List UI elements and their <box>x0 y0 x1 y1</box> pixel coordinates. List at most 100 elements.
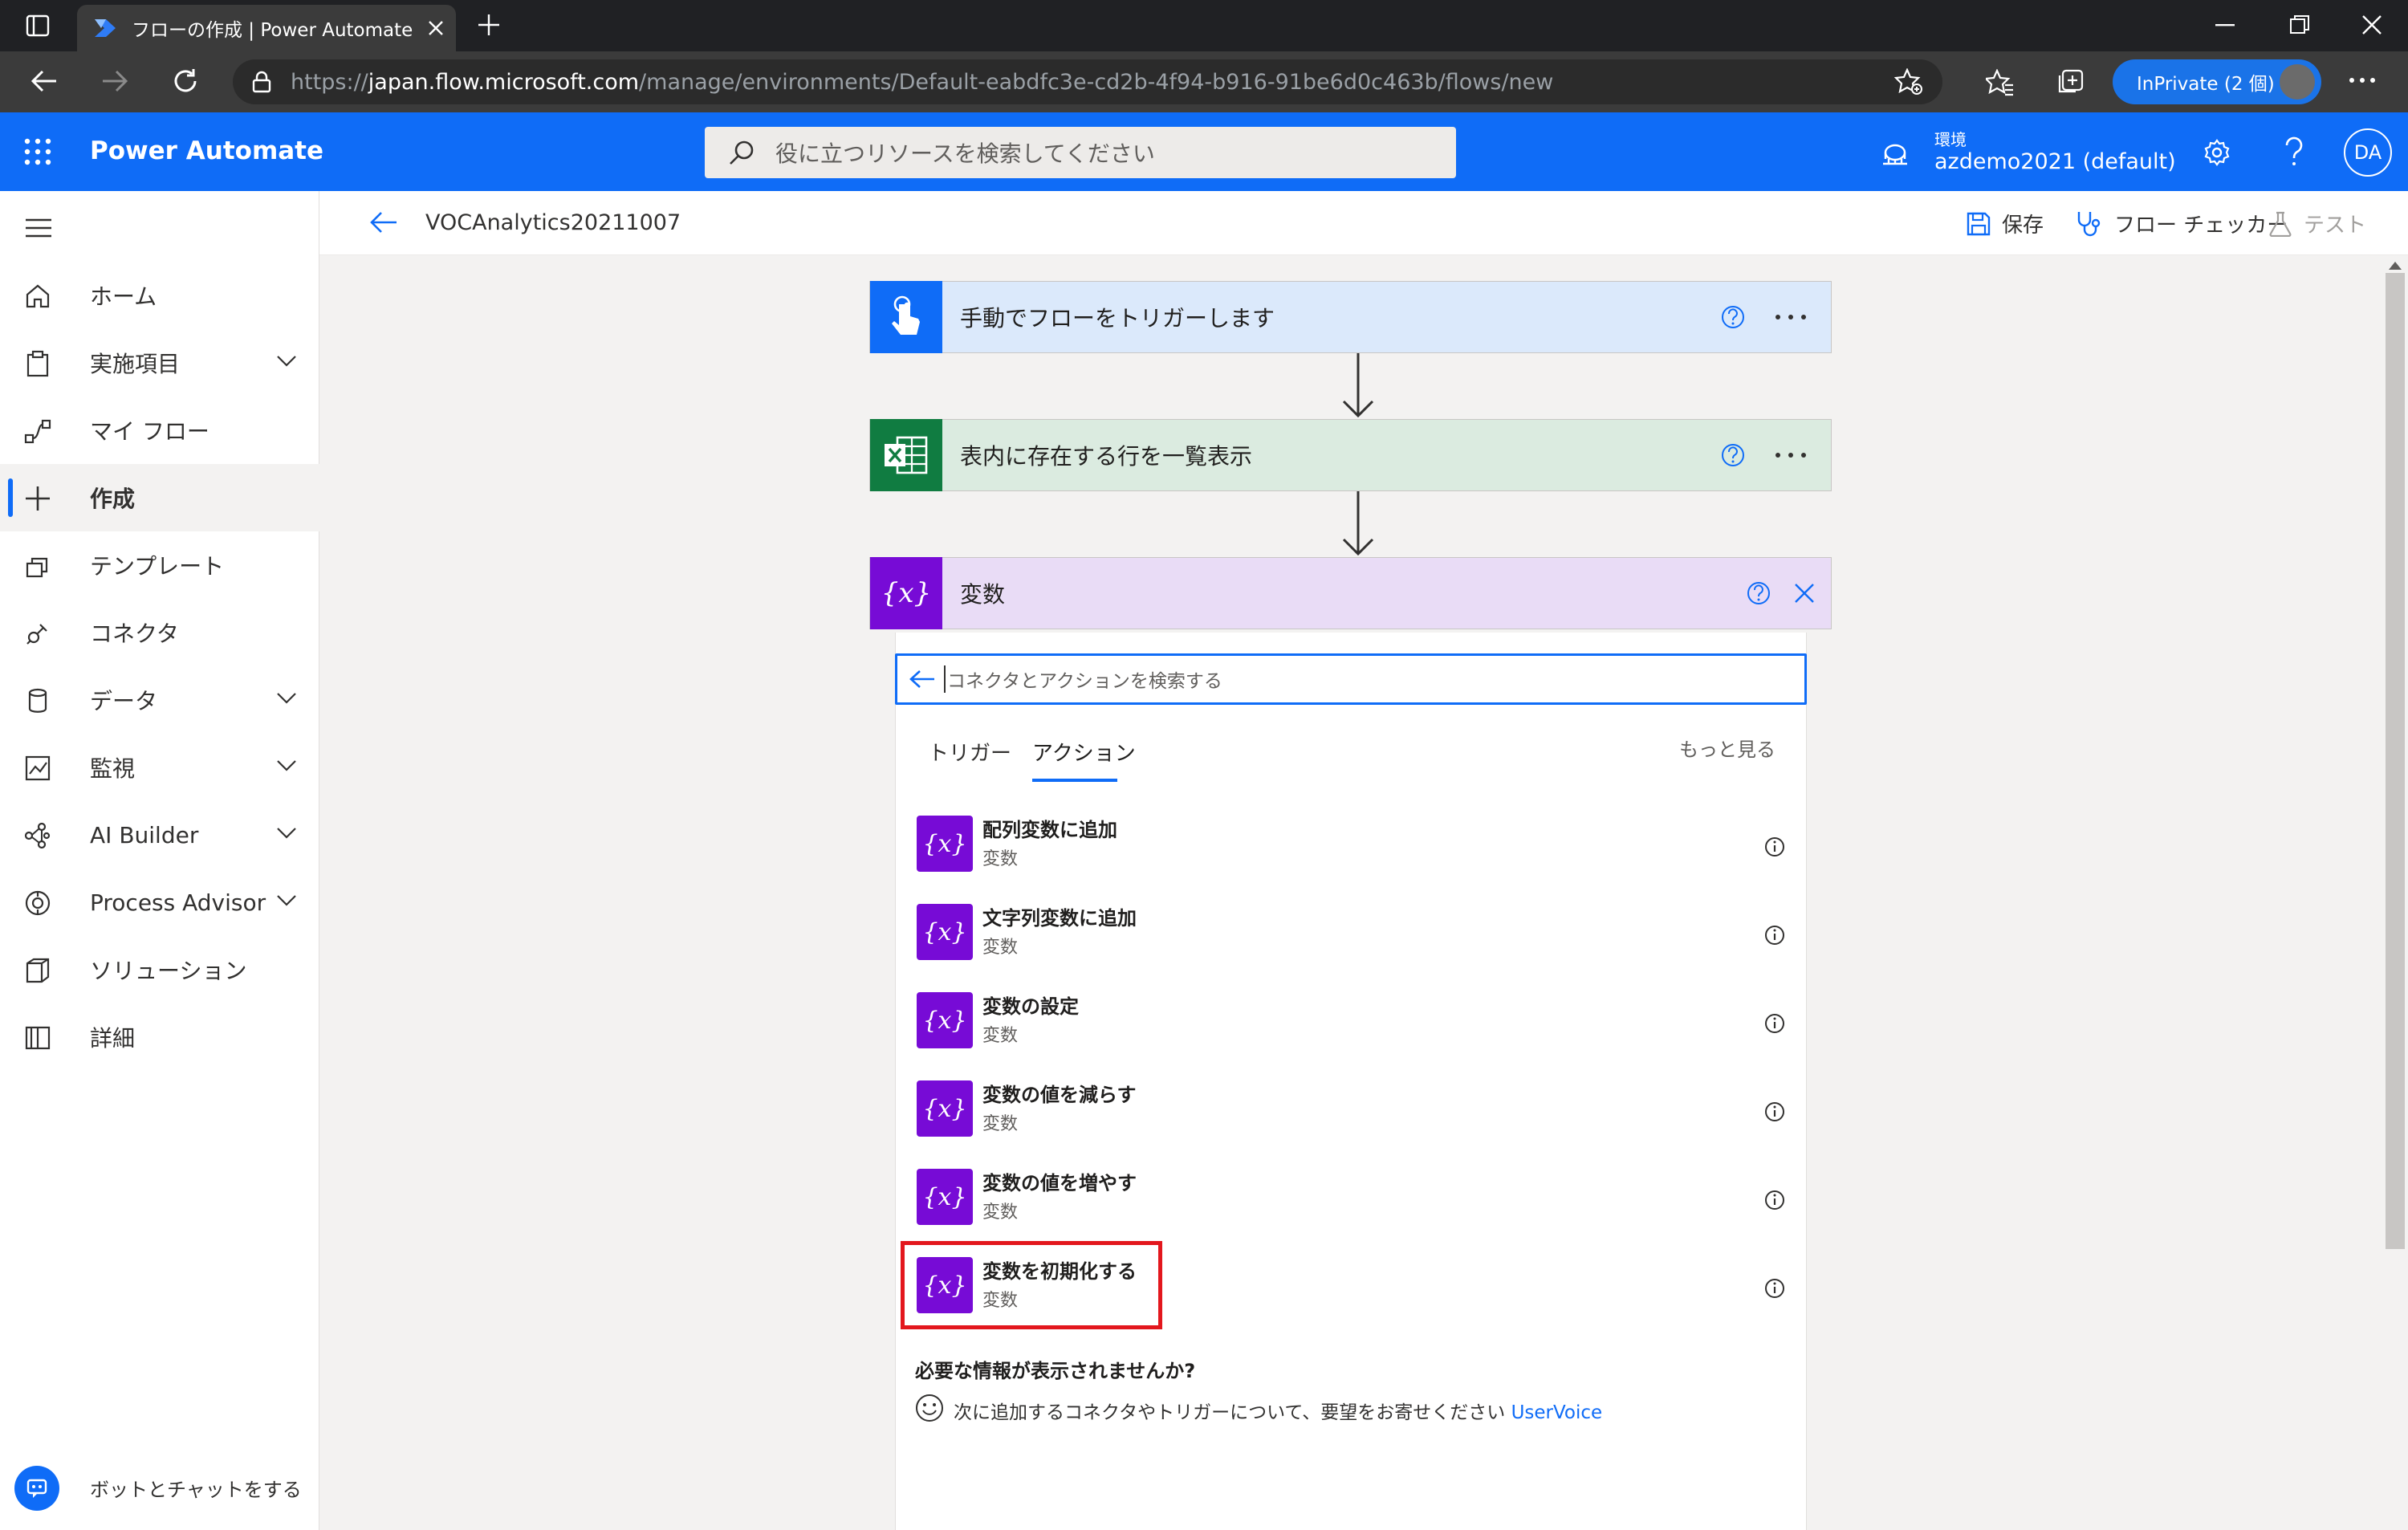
scroll-up-icon[interactable] <box>2389 262 2402 270</box>
trigger-card[interactable]: 手動でフローをトリガーします <box>869 281 1832 353</box>
add-favorite-icon[interactable] <box>1894 68 1923 96</box>
action-name: 変数の値を減らす <box>982 1084 1137 1106</box>
chevron-down-icon[interactable] <box>276 827 297 840</box>
manual-trigger-icon <box>870 281 942 353</box>
chatbot-icon <box>26 1477 48 1499</box>
chevron-down-icon[interactable] <box>276 692 297 705</box>
chatbot-button[interactable] <box>14 1466 59 1511</box>
app-launcher-icon[interactable] <box>24 138 51 165</box>
nav-item-process-advisor[interactable]: Process Advisor <box>0 869 319 936</box>
flow-checker-button[interactable]: フロー チェッカー <box>2076 209 2288 238</box>
window-close-icon[interactable] <box>2361 14 2382 35</box>
collections-icon[interactable] <box>2056 69 2085 96</box>
info-icon[interactable] <box>1764 925 1785 946</box>
back-icon[interactable] <box>31 69 58 93</box>
home-icon <box>24 283 51 310</box>
highlight-box <box>901 1241 1162 1329</box>
nav-item-label: 詳細 <box>90 1025 136 1052</box>
process-advisor-icon <box>24 889 51 917</box>
action-item-decrement-variable[interactable]: {𝑥} 変数の値を減らす 変数 <box>917 1071 1792 1148</box>
new-tab-icon[interactable] <box>477 13 501 37</box>
variable-action-card[interactable]: {𝑥} 変数 <box>869 557 1832 629</box>
nav-item-data[interactable]: データ <box>0 666 319 734</box>
back-arrow-icon[interactable] <box>909 669 936 690</box>
hamburger-menu-icon[interactable] <box>26 218 51 238</box>
action-item-append-to-array[interactable]: {𝑥} 配列変数に追加 変数 <box>917 806 1792 883</box>
svg-text:{𝑥}: {𝑥} <box>881 577 931 609</box>
test-button[interactable]: テスト <box>2268 209 2366 238</box>
scrollbar-thumb[interactable] <box>2386 273 2405 1249</box>
see-more-link[interactable]: もっと見る <box>1679 734 1775 762</box>
more-options-icon[interactable] <box>2349 77 2376 83</box>
nav-item-label: ホーム <box>90 283 157 310</box>
refresh-icon[interactable] <box>172 67 199 95</box>
browser-tab-bar: フローの作成 | Power Automate <box>0 0 2408 51</box>
uservoice-link[interactable]: UserVoice <box>1511 1402 1603 1423</box>
nav-item-label: 実施項目 <box>90 351 181 377</box>
info-icon[interactable] <box>1764 1101 1785 1122</box>
card-more-icon[interactable] <box>1775 314 1807 320</box>
nav-item-label: 作成 <box>90 486 136 512</box>
nav-item-my-flows[interactable]: マイ フロー <box>0 397 319 464</box>
tab-title: フローの作成 | Power Automate <box>132 20 413 41</box>
tab-actions-icon[interactable] <box>26 14 50 37</box>
action-item-set-variable[interactable]: {𝑥} 変数の設定 変数 <box>917 983 1792 1060</box>
save-button[interactable]: 保存 <box>1967 209 2044 238</box>
environment-icon[interactable] <box>1881 143 1909 169</box>
flow-name[interactable]: VOCAnalytics20211007 <box>425 210 681 235</box>
chatbot-label[interactable]: ボットとチャットをする <box>90 1474 302 1502</box>
environment-selector[interactable]: azdemo2021 (default) <box>1934 149 2176 174</box>
help-icon[interactable] <box>2284 136 2304 167</box>
resource-search-input[interactable]: 役に立つリソースを検索してください <box>705 127 1456 178</box>
nav-item-templates[interactable]: テンプレート <box>0 531 319 599</box>
close-tab-icon[interactable] <box>427 19 445 37</box>
favorites-icon[interactable] <box>1986 69 2015 96</box>
nav-item-ai-builder[interactable]: AI Builder <box>0 801 319 869</box>
chevron-down-icon[interactable] <box>276 759 297 772</box>
info-icon[interactable] <box>1764 836 1785 857</box>
inprivate-button[interactable]: InPrivate (2 個) <box>2113 59 2321 104</box>
nav-item-connectors[interactable]: コネクタ <box>0 599 319 666</box>
url-text[interactable]: https://japan.flow.microsoft.com/manage/… <box>291 70 1553 95</box>
nav-item-learn[interactable]: 詳細 <box>0 1003 319 1071</box>
info-icon[interactable] <box>1764 1278 1785 1299</box>
nav-item-home[interactable]: ホーム <box>0 262 319 329</box>
feedback-message: 次に追加するコネクタやトリガーについて、要望をお寄せください <box>954 1402 1506 1423</box>
help-circle-icon[interactable] <box>1720 442 1746 468</box>
nav-item-action-items[interactable]: 実施項目 <box>0 329 319 397</box>
settings-gear-icon[interactable] <box>2203 138 2231 167</box>
action-item-append-to-string[interactable]: {𝑥} 文字列変数に追加 変数 <box>917 894 1792 971</box>
tab-actions[interactable]: アクション <box>1032 737 1136 767</box>
tab-triggers[interactable]: トリガー <box>928 737 1011 767</box>
variable-icon: {𝑥} <box>917 904 973 960</box>
power-automate-favicon-icon <box>93 18 117 39</box>
card-more-icon[interactable] <box>1775 452 1807 458</box>
help-circle-icon[interactable] <box>1720 304 1746 330</box>
template-icon <box>24 552 51 580</box>
feedback-text: 次に追加するコネクタやトリガーについて、要望をお寄せください UserVoice <box>954 1397 1602 1424</box>
chevron-down-icon[interactable] <box>276 355 297 368</box>
user-avatar-button[interactable]: DA <box>2344 128 2392 177</box>
nav-item-label: マイ フロー <box>90 418 209 445</box>
close-icon[interactable] <box>1794 583 1815 604</box>
excel-action-card[interactable]: 表内に存在する行を一覧表示 <box>869 419 1832 491</box>
info-icon[interactable] <box>1764 1013 1785 1034</box>
info-icon[interactable] <box>1764 1190 1785 1211</box>
action-item-increment-variable[interactable]: {𝑥} 変数の値を増やす 変数 <box>917 1159 1792 1236</box>
help-circle-icon[interactable] <box>1746 580 1771 606</box>
restore-icon[interactable] <box>2289 14 2310 35</box>
nav-item-create[interactable]: 作成 <box>0 464 319 531</box>
minimize-icon[interactable] <box>2215 24 2235 27</box>
forward-icon[interactable] <box>101 69 128 93</box>
nav-item-solutions[interactable]: ソリューション <box>0 936 319 1003</box>
operation-search-input[interactable]: コネクタとアクションを検索する <box>895 653 1807 705</box>
back-arrow-icon[interactable] <box>369 210 398 234</box>
chevron-down-icon[interactable] <box>276 894 297 907</box>
nav-item-label: 監視 <box>90 755 136 782</box>
browser-tab[interactable]: フローの作成 | Power Automate <box>77 5 456 51</box>
nav-item-monitor[interactable]: 監視 <box>0 734 319 801</box>
address-bar[interactable]: https://japan.flow.microsoft.com/manage/… <box>233 59 1942 104</box>
search-placeholder: コネクタとアクションを検索する <box>944 665 1222 693</box>
app-brand[interactable]: Power Automate <box>90 136 323 165</box>
lock-icon[interactable] <box>252 71 271 93</box>
